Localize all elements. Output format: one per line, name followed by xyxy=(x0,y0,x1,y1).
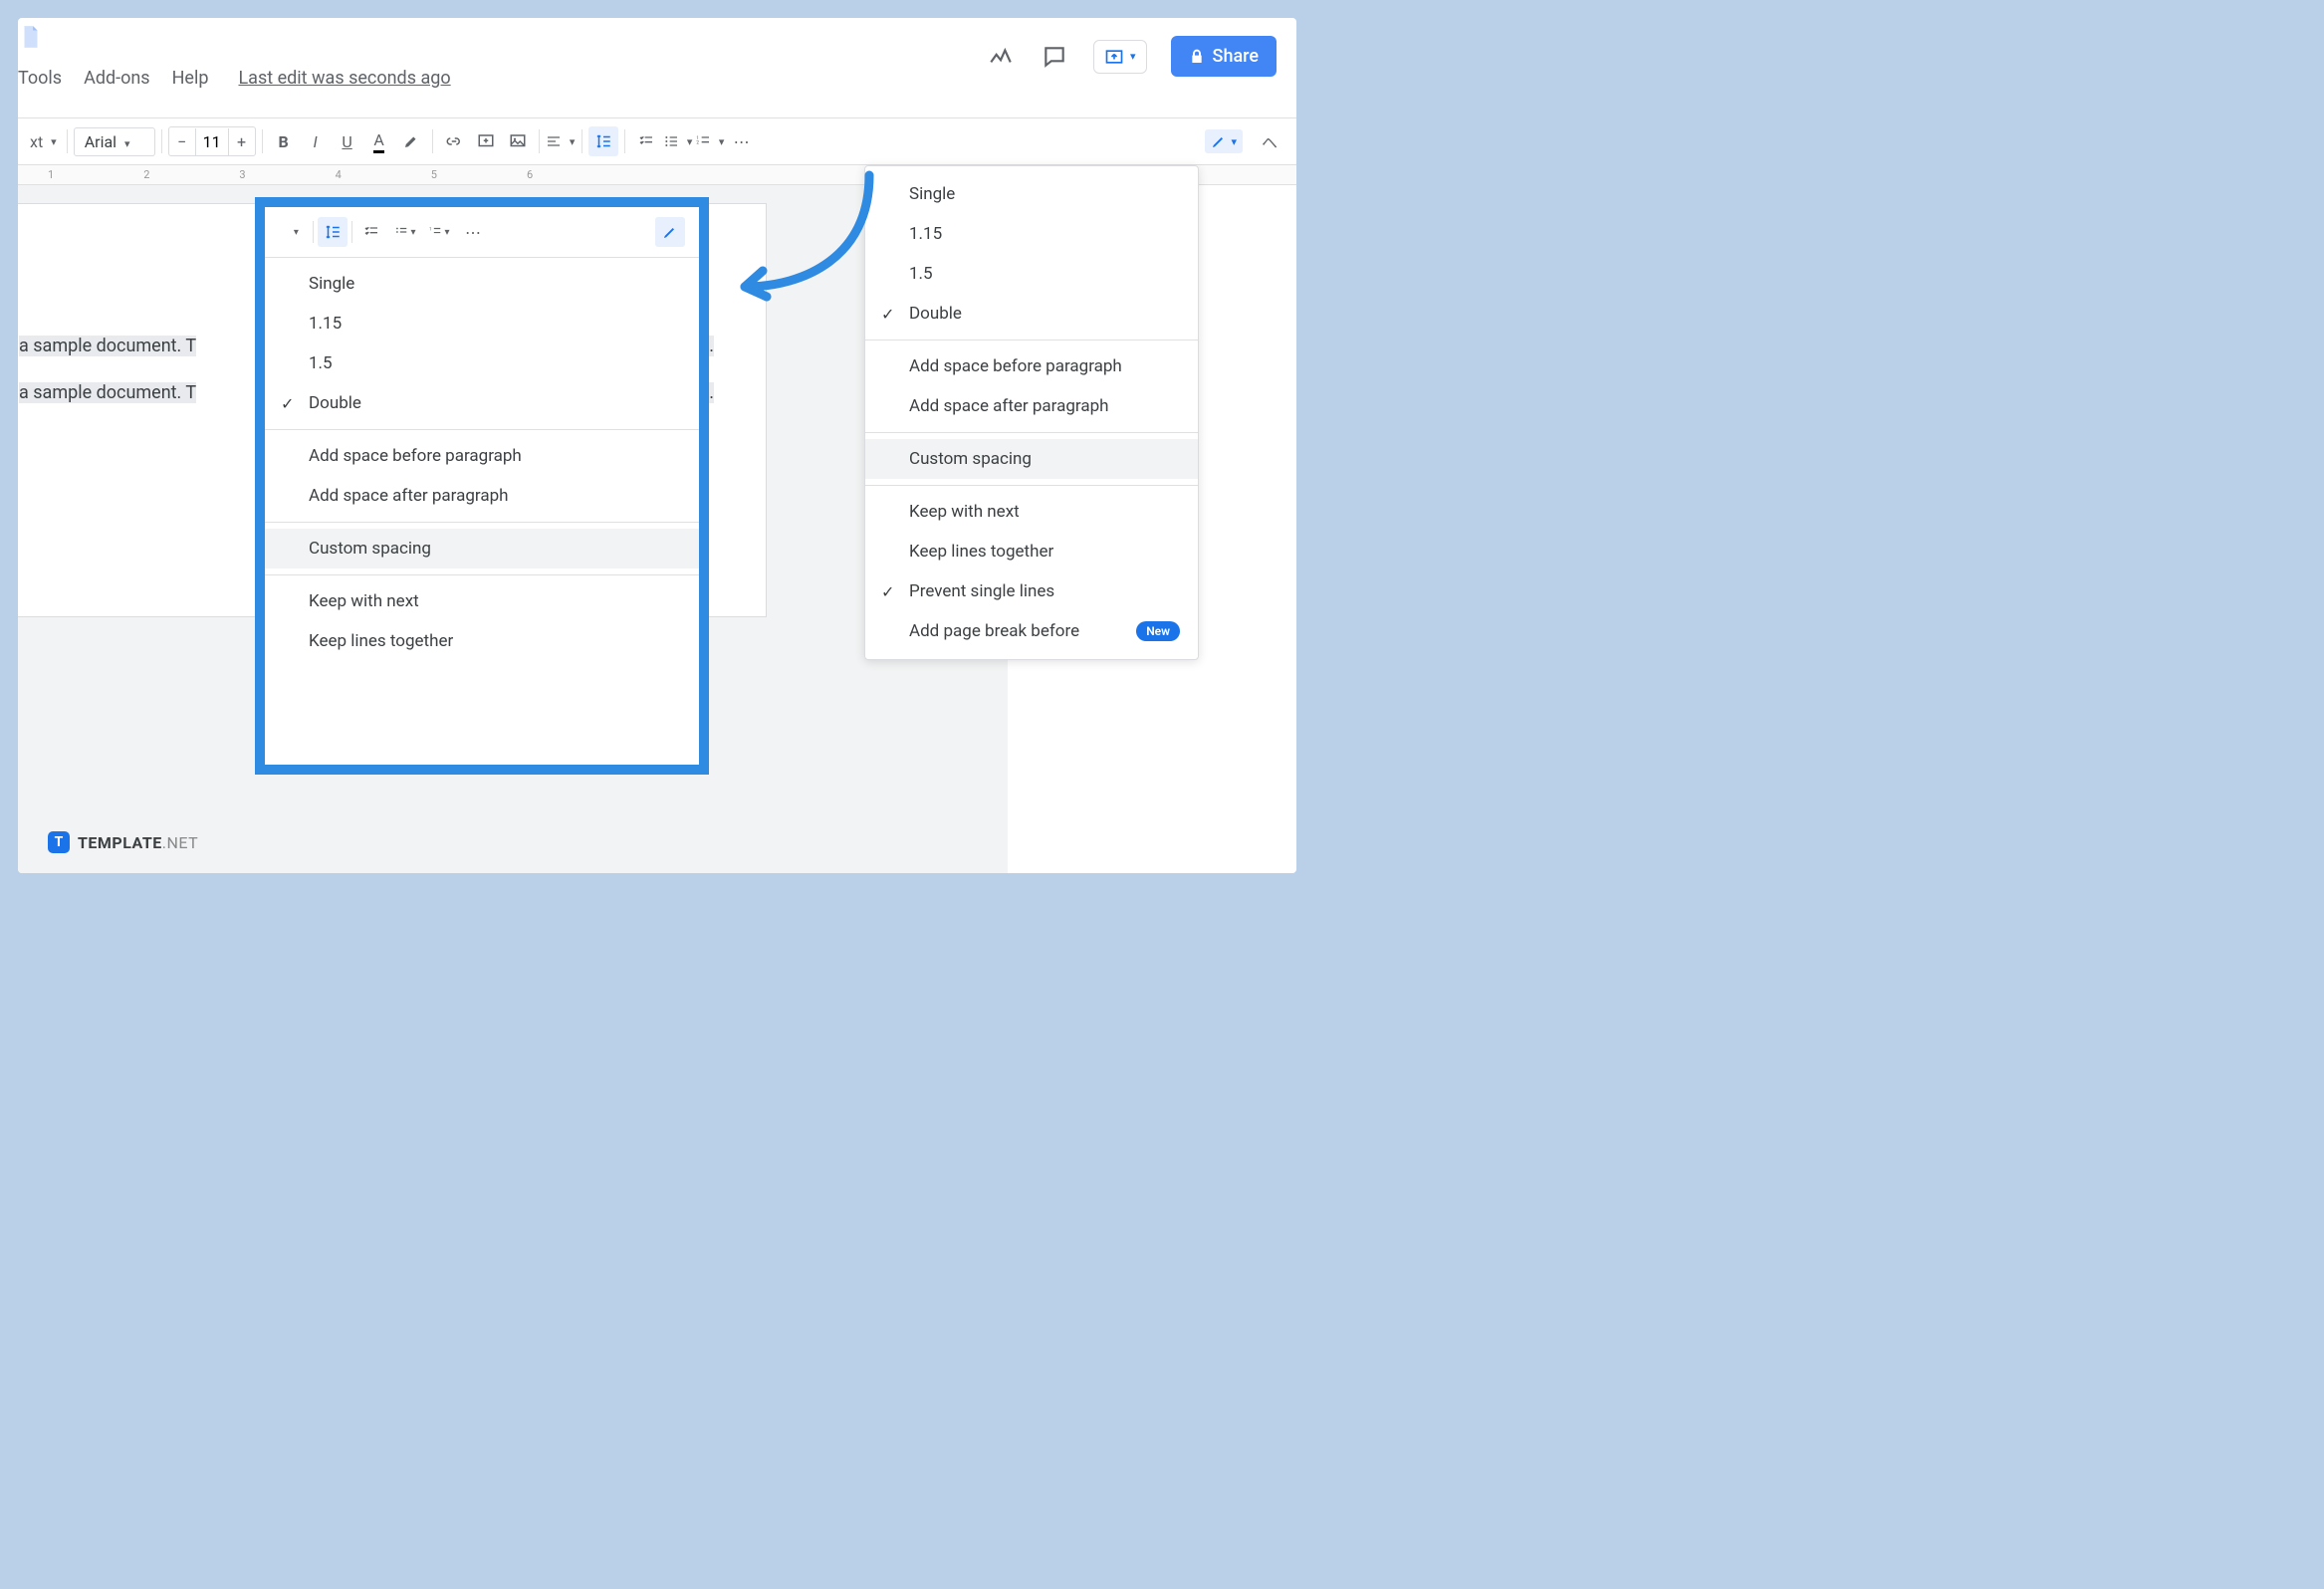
bold-button[interactable]: B xyxy=(269,126,299,156)
menu-custom-spacing[interactable]: Custom spacing xyxy=(865,439,1198,479)
svg-text:2: 2 xyxy=(696,140,699,146)
mini-bullet-button[interactable] xyxy=(390,217,420,247)
docs-icon xyxy=(18,24,46,52)
mini-line-spacing-button[interactable] xyxy=(318,217,348,247)
doc-text[interactable]: a sample document. T xyxy=(19,336,196,356)
zoom-menu-115[interactable]: 1.15 xyxy=(265,304,699,343)
zoom-menu-keep-next[interactable]: Keep with next xyxy=(265,581,699,621)
zoom-menu-double[interactable]: ✓Double xyxy=(265,383,699,423)
zoom-spacing-menu: Single 1.15 1.5 ✓Double Add space before… xyxy=(265,257,699,667)
zoom-menu-before[interactable]: Add space before paragraph xyxy=(265,436,699,476)
menu-15[interactable]: 1.5 xyxy=(865,254,1198,294)
menu-single[interactable]: Single xyxy=(865,174,1198,214)
menu-addons[interactable]: Add-ons xyxy=(84,68,150,89)
mini-edit-button[interactable] xyxy=(655,217,685,247)
separator xyxy=(265,522,699,523)
size-value[interactable]: 11 xyxy=(195,128,229,155)
menu-keep-lines[interactable]: Keep lines together xyxy=(865,532,1198,571)
last-edit-link[interactable]: Last edit was seconds ago xyxy=(238,68,450,89)
separator xyxy=(624,129,625,153)
activity-icon[interactable] xyxy=(986,42,1016,72)
chevron-down-icon: ▾ xyxy=(1130,50,1136,63)
more-button[interactable]: ⋯ xyxy=(727,126,757,156)
menu-115[interactable]: 1.15 xyxy=(865,214,1198,254)
separator xyxy=(262,129,263,153)
check-icon: ✓ xyxy=(881,305,894,324)
add-comment-button[interactable] xyxy=(471,126,501,156)
zoom-menu-15[interactable]: 1.5 xyxy=(265,343,699,383)
toolbar: xt Arial − 11 + B I U A 12 ⋯ ▾ xyxy=(18,117,1296,165)
separator xyxy=(432,129,433,153)
watermark-logo: T xyxy=(48,831,70,853)
collapse-toolbar-button[interactable]: ヘ xyxy=(1255,126,1284,156)
menu-space-after[interactable]: Add space after paragraph xyxy=(865,386,1198,426)
bullet-list-button[interactable] xyxy=(663,126,693,156)
share-label: Share xyxy=(1213,46,1259,67)
menu-page-break-before[interactable]: Add page break beforeNew xyxy=(865,611,1198,651)
separator xyxy=(581,129,582,153)
menubar: Tools Add-ons Help Last edit was seconds… xyxy=(18,68,451,89)
mini-toolbar: 1 ⋯ xyxy=(265,207,699,257)
title-bar: Tools Add-ons Help Last edit was seconds… xyxy=(18,18,1296,117)
mini-more-button[interactable]: ⋯ xyxy=(458,217,488,247)
check-icon: ✓ xyxy=(281,394,294,413)
menu-tools[interactable]: Tools xyxy=(18,68,62,89)
numbered-list-button[interactable]: 12 xyxy=(695,126,725,156)
doc-text[interactable]: a sample document. T xyxy=(19,382,196,403)
menu-double[interactable]: ✓Double xyxy=(865,294,1198,334)
lock-icon xyxy=(1189,49,1205,65)
menu-space-before[interactable]: Add space before paragraph xyxy=(865,346,1198,386)
separator xyxy=(539,129,540,153)
insert-image-button[interactable] xyxy=(503,126,533,156)
underline-button[interactable]: U xyxy=(333,126,362,156)
svg-text:1: 1 xyxy=(430,226,432,231)
text-style-select[interactable]: xt xyxy=(26,126,61,156)
font-select[interactable]: Arial xyxy=(74,127,155,156)
zoom-menu-custom[interactable]: Custom spacing xyxy=(265,529,699,568)
separator xyxy=(865,485,1198,486)
highlight-button[interactable] xyxy=(396,126,426,156)
check-icon: ✓ xyxy=(881,582,894,601)
line-spacing-button[interactable] xyxy=(588,126,618,156)
share-button[interactable]: Share xyxy=(1171,36,1277,77)
mini-numbered-button[interactable]: 1 xyxy=(424,217,454,247)
zoom-menu-after[interactable]: Add space after paragraph xyxy=(265,476,699,516)
link-button[interactable] xyxy=(439,126,469,156)
separator xyxy=(265,429,699,430)
size-increase[interactable]: + xyxy=(229,127,255,155)
align-button[interactable] xyxy=(546,126,576,156)
menu-keep-next[interactable]: Keep with next xyxy=(865,492,1198,532)
editing-mode-button[interactable]: ▾ xyxy=(1205,129,1243,153)
menu-prevent-single[interactable]: ✓Prevent single lines xyxy=(865,571,1198,611)
mini-checklist-button[interactable] xyxy=(356,217,386,247)
size-decrease[interactable]: − xyxy=(169,127,195,155)
watermark-text: TEMPLATE.NET xyxy=(78,833,198,852)
text-color-button[interactable]: A xyxy=(364,126,394,156)
separator xyxy=(161,129,162,153)
line-spacing-menu: Single 1.15 1.5 ✓Double Add space before… xyxy=(864,165,1199,660)
italic-button[interactable]: I xyxy=(301,126,331,156)
separator xyxy=(67,129,68,153)
zoom-menu-keep-lines[interactable]: Keep lines together xyxy=(265,621,699,661)
zoom-menu-single[interactable]: Single xyxy=(265,264,699,304)
separator xyxy=(265,574,699,575)
font-size-stepper[interactable]: − 11 + xyxy=(168,126,256,156)
checklist-button[interactable] xyxy=(631,126,661,156)
app-frame: Tools Add-ons Help Last edit was seconds… xyxy=(18,18,1296,873)
new-badge: New xyxy=(1136,621,1180,641)
header-actions: ▾ Share xyxy=(986,36,1277,77)
comments-icon[interactable] xyxy=(1040,42,1069,72)
menu-help[interactable]: Help xyxy=(172,68,209,89)
watermark: T TEMPLATE.NET xyxy=(48,831,198,853)
present-button[interactable]: ▾ xyxy=(1093,40,1147,74)
zoom-callout: 1 ⋯ Single 1.15 1.5 ✓Double Add space be… xyxy=(255,197,709,775)
mini-dropdown[interactable] xyxy=(279,217,309,247)
separator xyxy=(865,432,1198,433)
